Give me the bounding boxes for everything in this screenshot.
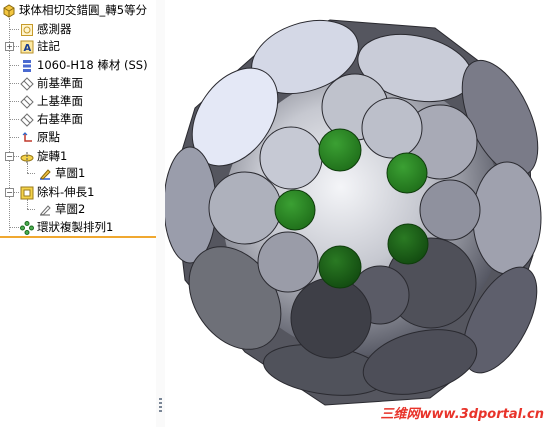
tree-item-right-plane[interactable]: 右基準面 [20, 111, 83, 128]
sphere-model[interactable] [163, 0, 550, 427]
tree-root-part[interactable]: 球体相切交錯圓_轉5等分 [2, 2, 147, 19]
annotation-icon: A [20, 40, 34, 54]
watermark-text: 三维网www.3dportal.cn [380, 407, 544, 422]
tree-item-sensor[interactable]: 感測器 [20, 21, 72, 38]
expand-toggle[interactable]: + [5, 42, 14, 51]
sensor-icon [20, 23, 34, 37]
face-ellipse [472, 161, 542, 275]
highlighted-face[interactable] [274, 189, 316, 231]
highlighted-face[interactable] [386, 152, 428, 194]
tree-root-label: 球体相切交錯圓_轉5等分 [19, 3, 148, 17]
feature-manager-tree: 球体相切交錯圓_轉5等分 感測器 + A 註記 1060-H18 棒材 (SS)… [0, 0, 157, 427]
tree-guide-line [9, 65, 19, 66]
face-circle [259, 126, 323, 190]
revolve-icon [20, 150, 34, 164]
circular-pattern-icon [20, 220, 34, 235]
highlighted-face[interactable] [318, 128, 362, 172]
sketch-icon [38, 167, 52, 181]
plane-icon [20, 112, 34, 127]
tree-item-sketch1[interactable]: 草圖1 [38, 165, 85, 182]
tree-item-label: 1060-H18 棒材 (SS) [37, 58, 148, 72]
tree-item-label: 原點 [37, 130, 60, 144]
face-circle [419, 179, 481, 241]
tree-item-label: 感測器 [37, 22, 72, 36]
face-ellipse [163, 146, 217, 264]
sketch-icon [38, 203, 52, 217]
face-circle [361, 97, 423, 159]
highlighted-face[interactable] [387, 223, 429, 265]
tree-item-annotations[interactable]: A 註記 [20, 38, 60, 55]
tree-guide-line [9, 101, 19, 102]
tree-item-label: 旋轉1 [37, 149, 68, 163]
tree-item-label: 前基準面 [37, 76, 83, 90]
tree-item-label: 草圖1 [55, 166, 86, 180]
face-circle [208, 171, 282, 245]
tree-guide-line [9, 83, 19, 84]
tree-end-marker [0, 236, 156, 238]
tree-item-label: 註記 [37, 39, 60, 53]
tree-guide-line [9, 227, 19, 228]
tree-guide-line [27, 209, 35, 210]
svg-text:A: A [24, 43, 32, 54]
plane-icon [20, 76, 34, 91]
tree-item-sketch2[interactable]: 草圖2 [38, 201, 85, 218]
part-icon [2, 3, 16, 18]
tree-item-material[interactable]: 1060-H18 棒材 (SS) [20, 57, 148, 74]
tree-guide-line [9, 29, 19, 30]
highlighted-face[interactable] [318, 245, 362, 289]
tree-guide-line [9, 137, 19, 138]
tree-item-label: 右基準面 [37, 112, 83, 126]
splitter-grip-icon[interactable] [158, 397, 163, 415]
tree-item-top-plane[interactable]: 上基準面 [20, 93, 83, 110]
tree-guide-line [27, 173, 35, 174]
tree-item-label: 環狀複製排列1 [37, 220, 114, 234]
tree-item-label: 草圖2 [55, 202, 86, 216]
tree-item-origin[interactable]: 原點 [20, 129, 60, 146]
tree-item-revolve1[interactable]: 旋轉1 [20, 148, 67, 165]
face-circle [290, 277, 372, 359]
panel-splitter[interactable] [156, 0, 165, 427]
plane-icon [20, 94, 34, 109]
tree-item-label: 上基準面 [37, 94, 83, 108]
cut-extrude-icon [20, 186, 34, 200]
collapse-toggle[interactable]: − [5, 188, 14, 197]
graphics-viewport[interactable] [163, 0, 550, 427]
collapse-toggle[interactable]: − [5, 152, 14, 161]
tree-guide-line [9, 119, 19, 120]
tree-item-label: 除料-伸長1 [37, 185, 95, 199]
tree-item-circular-pattern1[interactable]: 環狀複製排列1 [20, 219, 113, 236]
material-icon [20, 59, 34, 73]
tree-item-front-plane[interactable]: 前基準面 [20, 75, 83, 92]
face-circle [257, 231, 319, 293]
tree-item-cut-extrude1[interactable]: 除料-伸長1 [20, 184, 94, 201]
origin-icon [20, 131, 34, 145]
